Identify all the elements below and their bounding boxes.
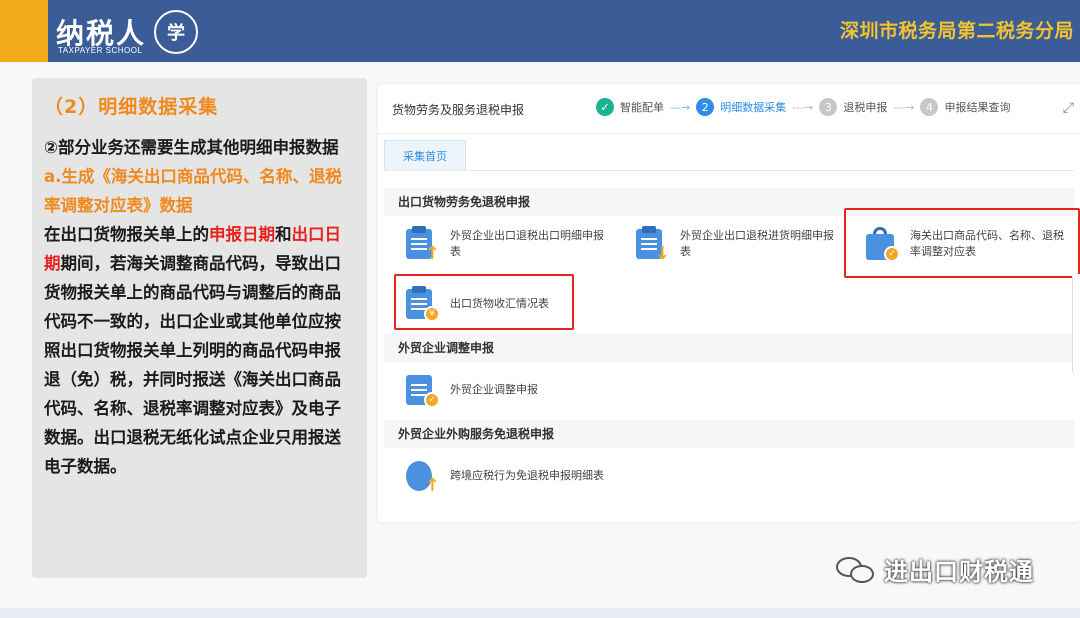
- step-progress: ✓ 智能配单 —→ 2 明细数据采集 ---→ 3 退税申报 ---→ 4 申报…: [596, 98, 1010, 116]
- item-label: 外贸企业出口退税出口明细申报表: [450, 229, 604, 258]
- paragraph-part-b: 和: [275, 225, 292, 244]
- item-label: 跨境应税行为免退税申报明细表: [450, 469, 604, 482]
- item-label: 外贸企业出口退税进货明细申报表: [680, 229, 834, 258]
- step-number: 3: [819, 98, 838, 116]
- organization-name: 深圳市税务局第二税务分局: [839, 20, 1074, 42]
- document-upload-icon: ↑: [404, 226, 440, 263]
- app-screenshot: 货物劳务及服务退税申报 ✓ 智能配单 —→ 2 明细数据采集 ---→ 3 退税…: [378, 84, 1080, 522]
- app-title: 货物劳务及服务退税申报: [392, 103, 525, 117]
- item-export-detail[interactable]: ↑ 外贸企业出口退税出口明细申报表: [404, 226, 614, 263]
- app-header: 货物劳务及服务退税申报 ✓ 智能配单 —→ 2 明细数据采集 ---→ 3 退税…: [378, 84, 1080, 134]
- arrow-right-icon: ---→: [893, 100, 915, 114]
- step-label: 智能配单: [620, 101, 664, 114]
- section-title: （2）明细数据采集: [44, 96, 219, 118]
- watermark: 进出口财税通: [836, 552, 1034, 587]
- header-banner: 纳税人 学 TAXPAYER SCHOOL 深圳市税务局第二税务分局: [0, 0, 1080, 62]
- wechat-icon: [836, 555, 876, 585]
- highlight-customs-code-table: [844, 208, 1080, 278]
- logo-emblem-icon: 学: [154, 10, 199, 54]
- building-check-icon: ✓: [404, 372, 440, 408]
- item-adjust-declaration[interactable]: ✓ 外贸企业调整申报: [404, 372, 604, 408]
- explanation-paragraph: 在出口货物报关单上的申报日期和出口日期期间，若海关调整商品代码，导致出口货物报关…: [44, 220, 357, 481]
- step-number: 2: [696, 98, 715, 116]
- declare-date-highlight: 申报日期: [209, 225, 275, 244]
- highlight-foreign-exchange: [394, 274, 574, 330]
- paragraph-part-a: 在出口货物报关单上的: [44, 225, 209, 244]
- item-cross-border-service[interactable]: ↑ 跨境应税行为免退税申报明细表: [404, 458, 664, 495]
- step-number: 4: [920, 98, 939, 116]
- banner-accent-bar: [0, 0, 48, 62]
- sub-title: a.生成《海关出口商品代码、名称、退税率调整对应表》数据: [44, 167, 342, 215]
- check-icon: ✓: [596, 98, 614, 116]
- arrow-right-icon: ---→: [792, 100, 814, 114]
- expand-icon[interactable]: ⤢: [1063, 100, 1074, 116]
- arrow-right-icon: —→: [670, 100, 691, 114]
- bottom-strip: [0, 608, 1080, 618]
- step-smart-match[interactable]: ✓ 智能配单: [596, 98, 664, 116]
- step-result-query[interactable]: 4 申报结果查询: [920, 98, 1010, 116]
- yen-transfer-icon: ↑: [404, 458, 440, 495]
- item-purchase-detail[interactable]: ↓ 外贸企业出口退税进货明细申报表: [634, 226, 844, 263]
- point-heading: ②部分业务还需要生成其他明细申报数据: [44, 138, 339, 157]
- step-label: 申报结果查询: [944, 101, 1011, 114]
- logo: 纳税人 学 TAXPAYER SCHOOL: [56, 6, 199, 58]
- paragraph-part-c: 期间，若海关调整商品代码，导致出口货物报关单上的商品代码与调整后的商品代码不一致…: [44, 254, 341, 476]
- step-label: 明细数据采集: [720, 101, 787, 114]
- group-outsourced-service: 外贸企业外购服务免退税申报: [384, 420, 1074, 448]
- step-detail-collection[interactable]: 2 明细数据采集: [696, 98, 786, 116]
- document-download-icon: ↓: [634, 226, 670, 263]
- step-label: 退税申报: [843, 101, 888, 114]
- side-scroll-handle[interactable]: [1072, 274, 1080, 374]
- step-tax-declaration[interactable]: 3 退税申报: [819, 98, 887, 116]
- item-label: 外贸企业调整申报: [450, 383, 538, 396]
- group-foreign-trade-adjust: 外贸企业调整申报: [384, 334, 1074, 362]
- tab-collection-home[interactable]: 采集首页: [384, 140, 466, 170]
- explanation-panel: （2）明细数据采集 ②部分业务还需要生成其他明细申报数据 a.生成《海关出口商品…: [32, 78, 367, 578]
- watermark-text: 进出口财税通: [884, 558, 1034, 586]
- logo-subtitle: TAXPAYER SCHOOL: [58, 46, 143, 55]
- tab-divider: [384, 170, 1074, 171]
